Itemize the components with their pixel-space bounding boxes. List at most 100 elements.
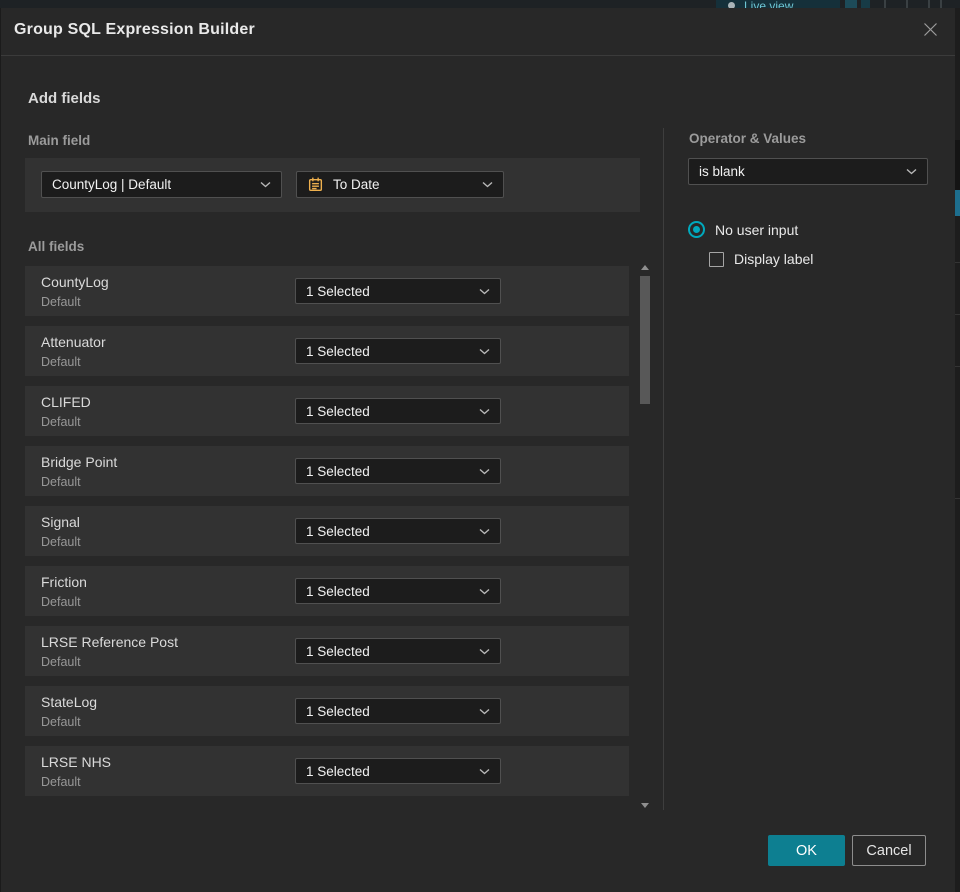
row-selected-label: 1 Selected bbox=[306, 343, 370, 359]
all-fields-list: CountyLog Default 1 Selected Attenuator … bbox=[25, 266, 629, 806]
display-label-row: Display label bbox=[709, 251, 813, 267]
triangle-down-icon bbox=[641, 802, 649, 808]
no-user-input-row: No user input bbox=[688, 221, 798, 238]
row-selected-dropdown[interactable]: 1 Selected bbox=[295, 758, 501, 784]
scroll-up-button[interactable] bbox=[639, 262, 651, 272]
chevron-down-icon bbox=[471, 408, 490, 415]
field-row-name: LRSE Reference Post bbox=[41, 634, 178, 650]
chevron-down-icon bbox=[252, 181, 271, 188]
row-selected-dropdown[interactable]: 1 Selected bbox=[295, 578, 501, 604]
row-selected-dropdown[interactable]: 1 Selected bbox=[295, 278, 501, 304]
chevron-down-icon bbox=[471, 588, 490, 595]
no-user-input-radio[interactable] bbox=[688, 221, 705, 238]
background-divider bbox=[940, 0, 942, 8]
background-divider bbox=[955, 366, 960, 367]
field-row-name: LRSE NHS bbox=[41, 754, 112, 770]
row-selected-label: 1 Selected bbox=[306, 763, 370, 779]
close-button[interactable] bbox=[919, 21, 941, 43]
chevron-down-icon bbox=[471, 468, 490, 475]
live-view-chip: Live view bbox=[716, 0, 840, 8]
background-right-edge bbox=[955, 8, 960, 892]
background-panel-icon bbox=[845, 0, 857, 8]
field-row-sub: Default bbox=[41, 715, 81, 729]
row-selected-label: 1 Selected bbox=[306, 403, 370, 419]
field-row: LRSE Reference Post Default 1 Selected bbox=[25, 626, 629, 676]
chevron-down-icon bbox=[471, 768, 490, 775]
row-selected-label: 1 Selected bbox=[306, 703, 370, 719]
chevron-down-icon bbox=[474, 181, 493, 188]
dialog-group-sql-expression-builder: Group SQL Expression Builder Add fields … bbox=[0, 8, 955, 892]
close-icon bbox=[922, 21, 939, 43]
main-field-select[interactable]: CountyLog | Default bbox=[41, 171, 282, 198]
field-row: LRSE NHS Default 1 Selected bbox=[25, 746, 629, 796]
field-row-name: CountyLog bbox=[41, 274, 109, 290]
main-field-select-value: CountyLog | Default bbox=[52, 177, 172, 192]
field-row-name: Attenuator bbox=[41, 334, 106, 350]
field-row: Attenuator Default 1 Selected bbox=[25, 326, 629, 376]
field-row: StateLog Default 1 Selected bbox=[25, 686, 629, 736]
field-row-name: Signal bbox=[41, 514, 80, 530]
field-row: Signal Default 1 Selected bbox=[25, 506, 629, 556]
row-selected-label: 1 Selected bbox=[306, 463, 370, 479]
row-selected-label: 1 Selected bbox=[306, 523, 370, 539]
field-row-sub: Default bbox=[41, 295, 81, 309]
main-field-label: Main field bbox=[28, 133, 91, 148]
background-divider bbox=[884, 0, 886, 8]
dialog-title: Group SQL Expression Builder bbox=[14, 21, 255, 38]
field-row-sub: Default bbox=[41, 535, 81, 549]
field-row-sub: Default bbox=[41, 355, 81, 369]
chevron-down-icon bbox=[471, 288, 490, 295]
display-label-checkbox[interactable] bbox=[709, 251, 724, 267]
chevron-down-icon bbox=[471, 528, 490, 535]
scrollbar-thumb[interactable] bbox=[640, 276, 650, 404]
background-selected-row bbox=[955, 190, 960, 216]
field-row-sub: Default bbox=[41, 415, 81, 429]
background-divider bbox=[906, 0, 908, 8]
background-toolbar: Live view bbox=[0, 0, 960, 8]
triangle-up-icon bbox=[641, 264, 649, 270]
field-row-sub: Default bbox=[41, 775, 81, 789]
display-label-label: Display label bbox=[734, 251, 814, 267]
main-field-box: CountyLog | Default To Date bbox=[25, 158, 640, 212]
chevron-down-icon bbox=[471, 708, 490, 715]
chevron-down-icon bbox=[898, 168, 917, 175]
row-selected-dropdown[interactable]: 1 Selected bbox=[295, 518, 501, 544]
section-title: Add fields bbox=[28, 90, 101, 107]
row-selected-dropdown[interactable]: 1 Selected bbox=[295, 638, 501, 664]
field-row-name: Bridge Point bbox=[41, 454, 118, 470]
row-selected-label: 1 Selected bbox=[306, 283, 370, 299]
scroll-down-button[interactable] bbox=[639, 800, 651, 810]
ok-button[interactable]: OK bbox=[768, 835, 845, 866]
row-selected-dropdown[interactable]: 1 Selected bbox=[295, 398, 501, 424]
scrollbar[interactable] bbox=[639, 262, 651, 810]
field-row-sub: Default bbox=[41, 655, 81, 669]
all-fields-label: All fields bbox=[28, 239, 85, 254]
row-selected-dropdown[interactable]: 1 Selected bbox=[295, 338, 501, 364]
chevron-down-icon bbox=[471, 348, 490, 355]
background-divider bbox=[955, 314, 960, 315]
calendar-icon bbox=[307, 176, 324, 193]
field-row-sub: Default bbox=[41, 595, 81, 609]
no-user-input-label: No user input bbox=[715, 221, 799, 238]
field-row-sub: Default bbox=[41, 475, 81, 489]
field-row-name: Friction bbox=[41, 574, 87, 590]
background-panel-icon bbox=[861, 0, 870, 8]
live-view-label: Live view bbox=[744, 0, 794, 8]
field-row: Bridge Point Default 1 Selected bbox=[25, 446, 629, 496]
field-row: CLIFED Default 1 Selected bbox=[25, 386, 629, 436]
row-selected-label: 1 Selected bbox=[306, 643, 370, 659]
field-row: Friction Default 1 Selected bbox=[25, 566, 629, 616]
row-selected-dropdown[interactable]: 1 Selected bbox=[295, 698, 501, 724]
background-divider bbox=[928, 0, 930, 8]
operator-select[interactable]: is blank bbox=[688, 158, 928, 185]
row-selected-label: 1 Selected bbox=[306, 583, 370, 599]
background-divider bbox=[955, 262, 960, 263]
main-field-value-select-value: To Date bbox=[333, 177, 380, 192]
row-selected-dropdown[interactable]: 1 Selected bbox=[295, 458, 501, 484]
panel-divider bbox=[663, 128, 664, 810]
background-divider bbox=[955, 498, 960, 499]
cancel-button[interactable]: Cancel bbox=[852, 835, 926, 866]
dialog-titlebar: Group SQL Expression Builder bbox=[1, 8, 955, 56]
operator-select-value: is blank bbox=[699, 164, 745, 179]
main-field-value-select[interactable]: To Date bbox=[296, 171, 504, 198]
